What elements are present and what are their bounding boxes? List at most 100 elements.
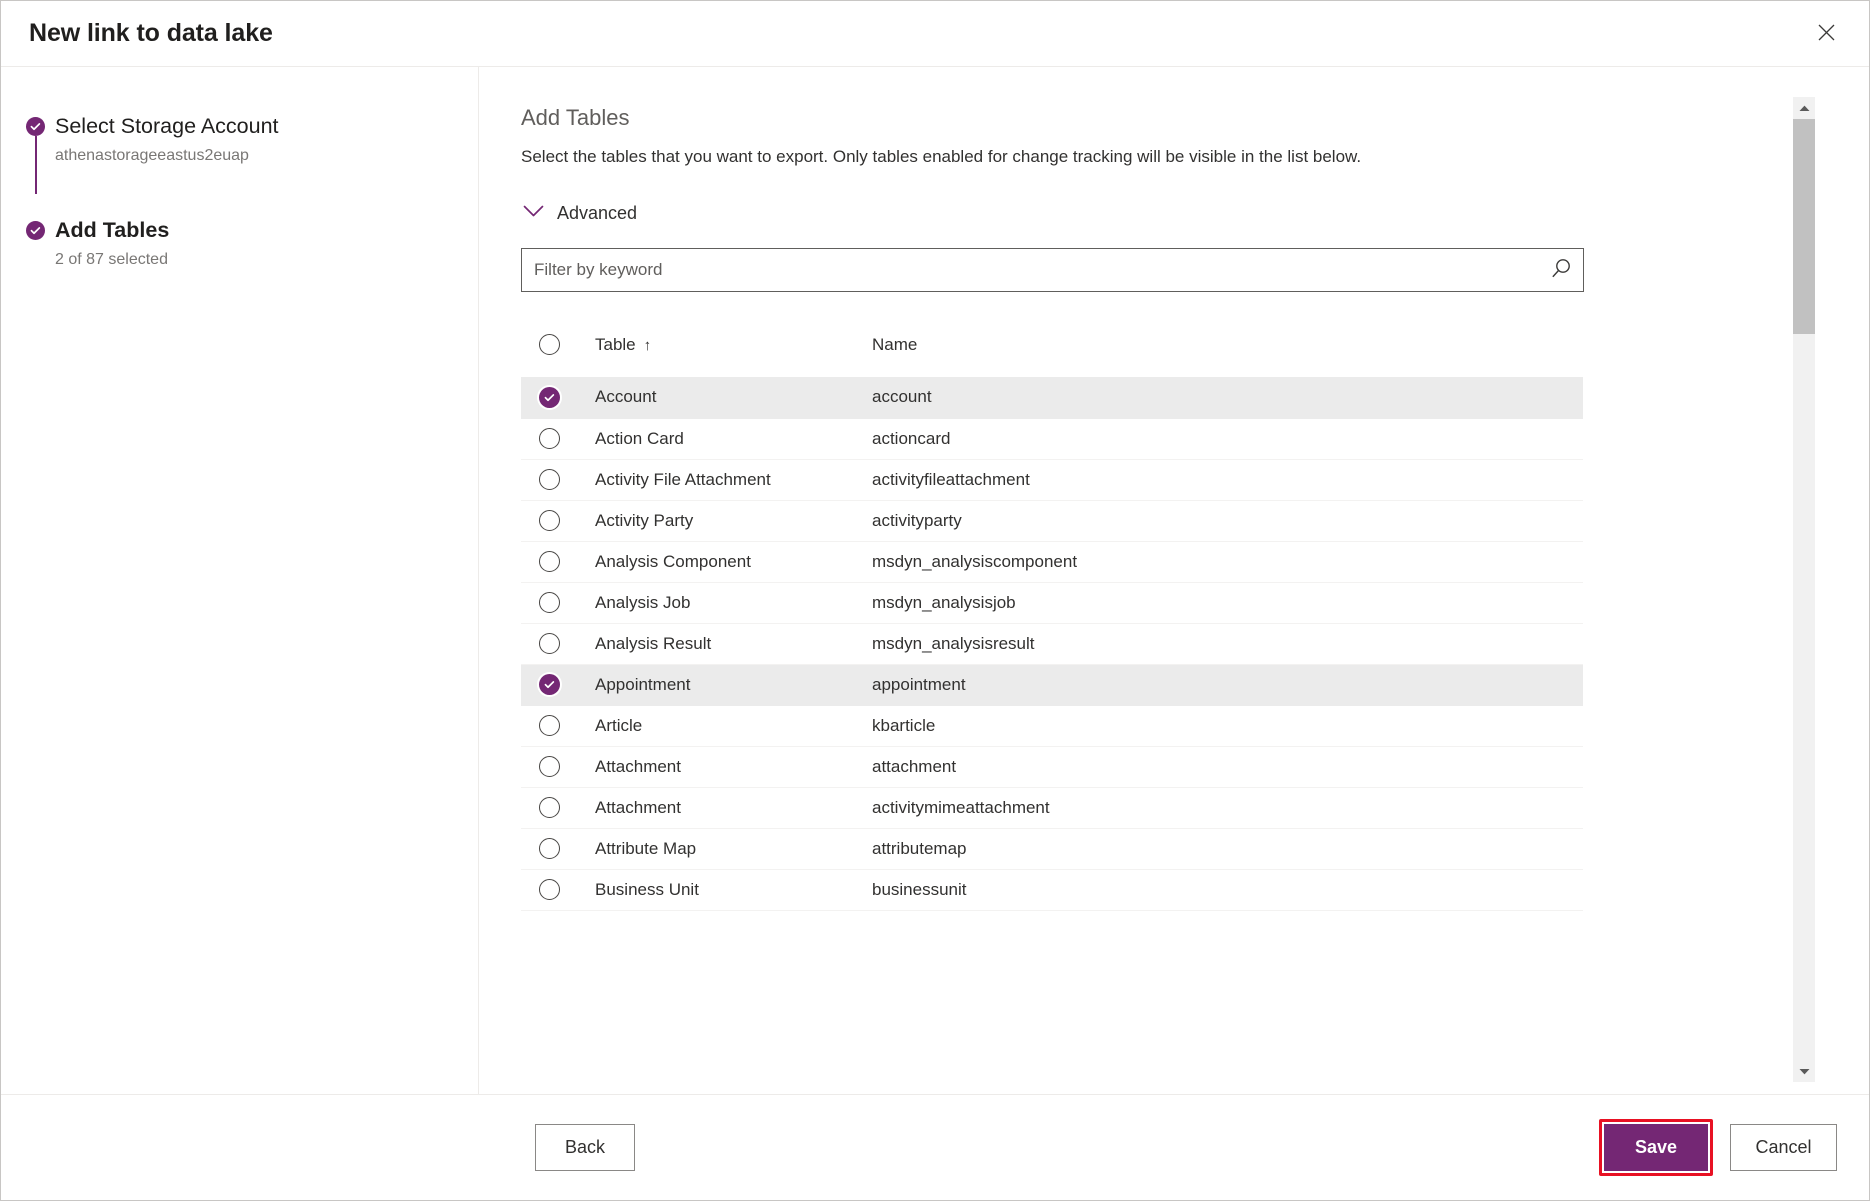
row-radio[interactable] <box>539 715 560 736</box>
scrollbar-thumb[interactable] <box>1793 119 1815 334</box>
table-row[interactable]: Activity Party activityparty <box>521 500 1583 541</box>
row-select-cell <box>521 500 595 541</box>
tables-list-body: Account account Action Card actioncard <box>521 377 1583 910</box>
table-row[interactable]: Attribute Map attributemap <box>521 828 1583 869</box>
table-row[interactable]: Attachment attachment <box>521 746 1583 787</box>
step-connector-line <box>35 136 37 194</box>
row-name-label: activityfileattachment <box>872 459 1583 500</box>
wizard-step-add-tables[interactable]: Add Tables 2 of 87 selected <box>1 215 478 293</box>
cancel-button[interactable]: Cancel <box>1730 1124 1837 1171</box>
tables-list: Table↑ Name <box>521 334 1583 911</box>
row-radio-checked[interactable] <box>539 387 560 408</box>
back-button[interactable]: Back <box>535 1124 635 1171</box>
panel-heading: Add Tables <box>521 103 1792 133</box>
row-table-label: Analysis Result <box>595 623 872 664</box>
advanced-toggle[interactable]: Advanced <box>523 203 637 224</box>
row-name-label: account <box>872 377 1583 418</box>
row-select-cell <box>521 459 595 500</box>
row-name-label: appointment <box>872 664 1583 705</box>
dialog-body: Select Storage Account athenastorageeast… <box>1 67 1869 1094</box>
column-header-name-label: Name <box>872 335 917 354</box>
chevron-down-icon <box>523 205 544 223</box>
content-wrapper: Add Tables Select the tables that you wa… <box>479 67 1869 1094</box>
dialog-header: New link to data lake <box>1 1 1869 67</box>
column-header-table[interactable]: Table↑ <box>595 334 872 377</box>
row-table-label: Action Card <box>595 418 872 459</box>
table-row[interactable]: Action Card actioncard <box>521 418 1583 459</box>
close-icon <box>1818 24 1835 44</box>
row-select-cell <box>521 705 595 746</box>
row-table-label: Business Unit <box>595 869 872 910</box>
search-button[interactable] <box>1539 249 1583 291</box>
tables-list-header: Table↑ Name <box>521 334 1583 377</box>
row-radio[interactable] <box>539 756 560 777</box>
row-select-cell <box>521 541 595 582</box>
row-select-cell <box>521 869 595 910</box>
row-radio[interactable] <box>539 592 560 613</box>
row-select-cell <box>521 787 595 828</box>
row-name-label: businessunit <box>872 869 1583 910</box>
table-row[interactable]: Account account <box>521 377 1583 418</box>
column-header-name[interactable]: Name <box>872 334 1583 377</box>
row-radio[interactable] <box>539 510 560 531</box>
row-table-label: Analysis Component <box>595 541 872 582</box>
scroll-up-arrow-icon <box>1799 99 1810 117</box>
row-name-label: activityparty <box>872 500 1583 541</box>
wizard-step-subtitle: athenastorageeastus2euap <box>55 145 478 167</box>
select-all-radio[interactable] <box>539 334 560 355</box>
row-name-label: msdyn_analysiscomponent <box>872 541 1583 582</box>
row-table-label: Appointment <box>595 664 872 705</box>
row-select-cell <box>521 377 595 418</box>
row-name-label: attachment <box>872 746 1583 787</box>
row-table-label: Account <box>595 377 872 418</box>
filter-search-box[interactable] <box>521 248 1584 292</box>
row-table-label: Attachment <box>595 746 872 787</box>
scroll-down-button[interactable] <box>1793 1060 1815 1082</box>
row-radio[interactable] <box>539 469 560 490</box>
wizard-step-title: Add Tables <box>55 215 478 245</box>
table-row[interactable]: Article kbarticle <box>521 705 1583 746</box>
table-row[interactable]: Analysis Component msdyn_analysiscompone… <box>521 541 1583 582</box>
panel-description: Select the tables that you want to expor… <box>521 145 1792 169</box>
step-completed-check-icon <box>26 117 45 136</box>
row-select-cell <box>521 664 595 705</box>
search-input[interactable] <box>522 249 1539 291</box>
row-table-label: Article <box>595 705 872 746</box>
row-name-label: actioncard <box>872 418 1583 459</box>
row-radio-checked[interactable] <box>539 674 560 695</box>
dialog-footer: Back Save Cancel <box>1 1094 1869 1200</box>
wizard-step-title: Select Storage Account <box>55 111 478 141</box>
row-radio[interactable] <box>539 838 560 859</box>
close-button[interactable] <box>1805 13 1847 55</box>
table-row[interactable]: Business Unit businessunit <box>521 869 1583 910</box>
search-icon <box>1550 257 1573 283</box>
row-table-label: Analysis Job <box>595 582 872 623</box>
row-name-label: msdyn_analysisjob <box>872 582 1583 623</box>
table-row[interactable]: Analysis Job msdyn_analysisjob <box>521 582 1583 623</box>
table-row[interactable]: Attachment activitymimeattachment <box>521 787 1583 828</box>
row-radio[interactable] <box>539 428 560 449</box>
table-row[interactable]: Appointment appointment <box>521 664 1583 705</box>
wizard-step-select-storage-account[interactable]: Select Storage Account athenastorageeast… <box>1 111 478 189</box>
vertical-scrollbar[interactable] <box>1792 97 1815 1082</box>
row-name-label: activitymimeattachment <box>872 787 1583 828</box>
row-select-cell <box>521 418 595 459</box>
row-radio[interactable] <box>539 879 560 900</box>
scrollbar-track[interactable] <box>1793 119 1815 1060</box>
scroll-up-button[interactable] <box>1793 97 1815 119</box>
footer-left-actions: Back <box>1 1124 635 1171</box>
row-name-label: kbarticle <box>872 705 1583 746</box>
table-row[interactable]: Analysis Result msdyn_analysisresult <box>521 623 1583 664</box>
row-select-cell <box>521 828 595 869</box>
table-header-row: Table↑ Name <box>521 334 1583 377</box>
row-table-label: Activity File Attachment <box>595 459 872 500</box>
save-button[interactable]: Save <box>1604 1124 1708 1171</box>
table-row[interactable]: Activity File Attachment activityfileatt… <box>521 459 1583 500</box>
row-select-cell <box>521 623 595 664</box>
row-radio[interactable] <box>539 633 560 654</box>
row-radio[interactable] <box>539 551 560 572</box>
row-radio[interactable] <box>539 797 560 818</box>
step-completed-check-icon <box>26 221 45 240</box>
advanced-label: Advanced <box>557 203 637 224</box>
add-tables-panel: Add Tables Select the tables that you wa… <box>479 67 1792 1094</box>
